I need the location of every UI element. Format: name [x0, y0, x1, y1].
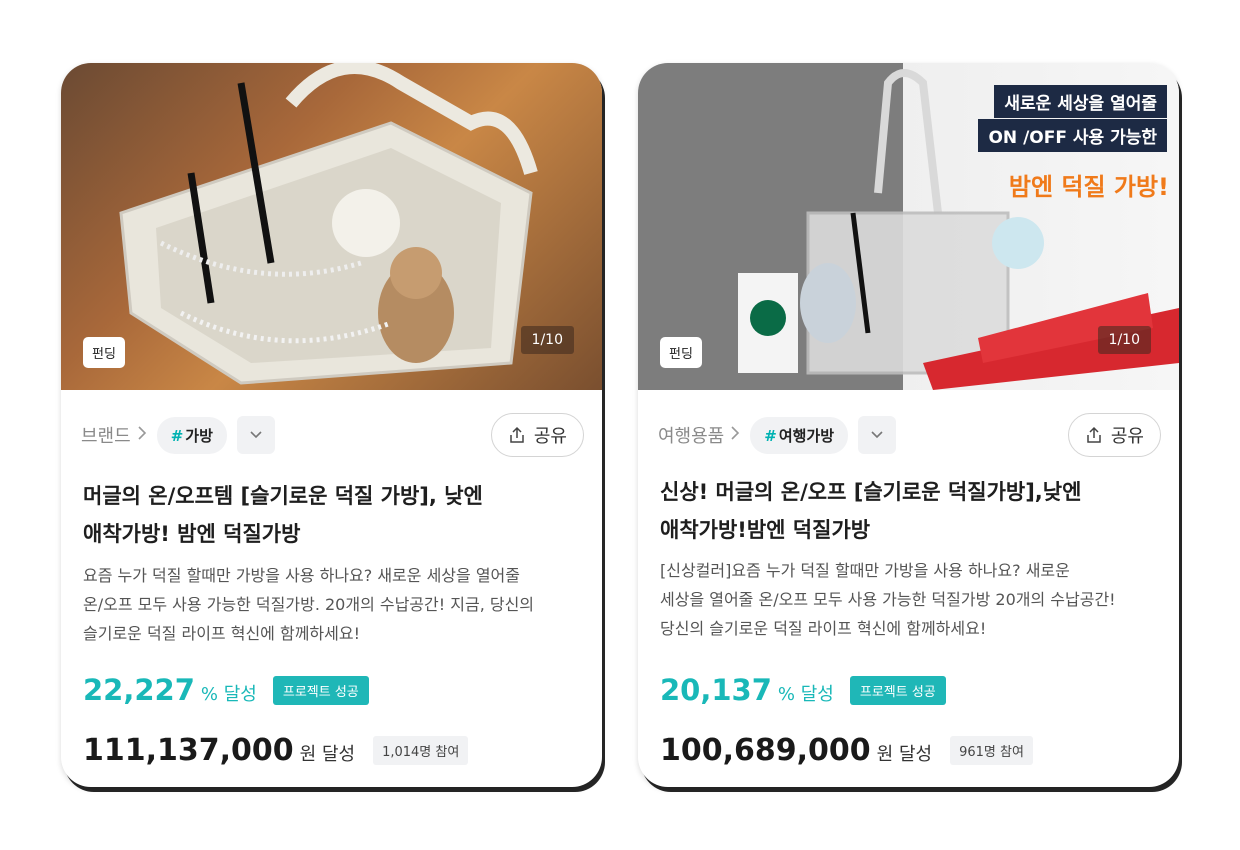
achievement-row: 20,137 % 달성 프로젝트 성공	[660, 673, 946, 709]
achievement-percent: 22,227	[83, 673, 195, 707]
description-line: 슬기로운 덕질 라이프 혁신에 함께하세요!	[83, 624, 360, 643]
title-line: 애착가방! 밤엔 덕질가방	[83, 522, 301, 546]
achievement-row: 22,227 % 달성 프로젝트 성공	[83, 673, 369, 709]
status-badge: 프로젝트 성공	[272, 676, 369, 705]
chevron-down-icon	[250, 431, 262, 439]
amount-unit: 원 달성	[876, 744, 933, 765]
raised-amount: 100,689,000	[660, 733, 871, 768]
category-label: 브랜드	[81, 426, 131, 447]
card-meta-row: 브랜드 # 가방 공유	[81, 413, 584, 457]
title-line: 애착가방!밤엔 덕질가방	[660, 518, 871, 542]
raised-amount: 111,137,000	[83, 733, 294, 768]
share-label: 공유	[533, 426, 567, 447]
hash-icon: #	[170, 426, 184, 445]
tag-dropdown-button[interactable]	[858, 416, 897, 454]
description-line: 온/오프 모두 사용 가능한 덕질가방. 20개의 수납공간! 지금, 당신의	[83, 595, 535, 614]
share-icon	[1087, 426, 1101, 443]
ad-banner-headline: 밤엔 덕질 가방!	[1008, 173, 1169, 201]
tag-label: 가방	[185, 426, 213, 445]
description-line: 세상을 열어줄 온/오프 모두 사용 가능한 덕질가방 20개의 수납공간!	[660, 590, 1116, 609]
funding-card[interactable]: 펀딩 1/10 브랜드 # 가방 공유 머글의 온/오프템 [슬기로운 덕질 가방…	[61, 63, 602, 787]
description-line: [신상컬러]요즘 누가 덕질 할때만 가방을 사용 하나요? 새로운	[660, 561, 1070, 580]
card-meta-row: 여행용품 # 여행가방 공유	[658, 413, 1161, 457]
amount-row: 111,137,000 원 달성 1,014명 참여	[83, 733, 469, 769]
title-line: 신상! 머글의 온/오프 [슬기로운 덕질가방],낮엔	[660, 480, 1082, 504]
category-link[interactable]: 브랜드	[81, 422, 157, 448]
tag-label: 여행가방	[778, 426, 835, 445]
image-counter: 1/10	[520, 326, 574, 354]
share-label: 공유	[1110, 426, 1144, 447]
funding-card[interactable]: 새로운 세상을 열어줄 ON /OFF 사용 가능한 밤엔 덕질 가방! 펀딩 …	[638, 63, 1179, 787]
participants-badge: 1,014명 참여	[373, 736, 469, 765]
share-button[interactable]: 공유	[490, 413, 584, 457]
tag-dropdown-button[interactable]	[236, 416, 275, 454]
status-badge: 프로젝트 성공	[849, 676, 946, 705]
hash-icon: #	[764, 426, 777, 445]
description-line: 요즘 누가 덕질 할때만 가방을 사용 하나요? 새로운 세상을 열어줄	[83, 566, 520, 585]
chevron-right-icon	[730, 425, 740, 445]
share-button[interactable]: 공유	[1067, 413, 1161, 457]
hashtag-chip[interactable]: # 여행가방	[750, 416, 849, 454]
project-title[interactable]: 머글의 온/오프템 [슬기로운 덕질 가방], 낮엔 애착가방! 밤엔 덕질가방	[83, 477, 572, 553]
achievement-unit: % 달성	[200, 684, 257, 705]
chevron-down-icon	[871, 431, 883, 439]
title-line: 머글의 온/오프템 [슬기로운 덕질 가방], 낮엔	[83, 484, 483, 508]
hashtag-chip[interactable]: # 가방	[156, 416, 227, 454]
project-description: 요즘 누가 덕질 할때만 가방을 사용 하나요? 새로운 세상을 열어줄 온/오…	[83, 561, 578, 648]
project-title[interactable]: 신상! 머글의 온/오프 [슬기로운 덕질가방],낮엔 애착가방!밤엔 덕질가방	[660, 473, 1149, 549]
description-line: 당신의 슬기로운 덕질 라이프 혁신에 함께하세요!	[660, 619, 987, 638]
image-counter: 1/10	[1097, 326, 1151, 354]
participants-badge: 961명 참여	[950, 736, 1033, 765]
category-label: 여행용품	[658, 426, 725, 447]
chevron-right-icon	[137, 425, 147, 445]
category-link[interactable]: 여행용품	[658, 422, 750, 448]
funding-badge: 펀딩	[83, 337, 125, 368]
amount-row: 100,689,000 원 달성 961명 참여	[660, 733, 1033, 769]
project-description: [신상컬러]요즘 누가 덕질 할때만 가방을 사용 하나요? 새로운 세상을 열…	[660, 556, 1155, 643]
ad-banner-line: 새로운 세상을 열어줄	[994, 85, 1167, 118]
ad-banner-line: ON /OFF 사용 가능한	[978, 119, 1167, 152]
share-icon	[510, 426, 524, 443]
funding-badge: 펀딩	[660, 337, 702, 368]
achievement-unit: % 달성	[777, 684, 834, 705]
product-image[interactable]: 새로운 세상을 열어줄 ON /OFF 사용 가능한 밤엔 덕질 가방! 펀딩 …	[638, 63, 1179, 390]
achievement-percent: 20,137	[660, 673, 772, 707]
amount-unit: 원 달성	[299, 744, 356, 765]
product-image[interactable]: 펀딩 1/10	[61, 63, 602, 390]
